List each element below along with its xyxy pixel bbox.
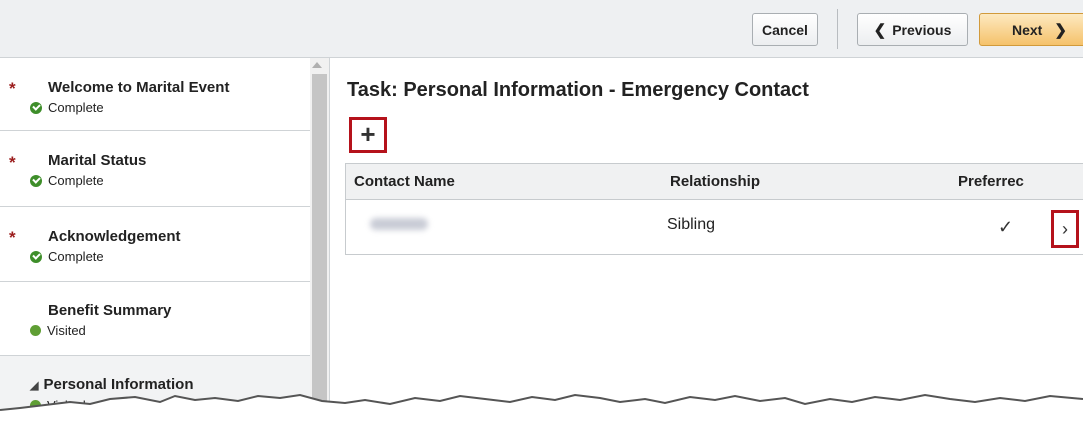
check-circle-icon bbox=[30, 250, 42, 263]
next-button[interactable]: Next ❯ bbox=[979, 13, 1083, 46]
plus-icon: + bbox=[360, 119, 376, 149]
previous-button[interactable]: ❮ Previous bbox=[857, 13, 968, 46]
previous-label: Previous bbox=[892, 21, 952, 38]
sidebar-item-acknowledgement[interactable]: * Acknowledgement Complete bbox=[0, 207, 310, 282]
expand-triangle-icon[interactable]: ◢ bbox=[30, 380, 38, 392]
toolbar: Cancel ❮ Previous Next ❯ bbox=[0, 0, 1083, 58]
toolbar-divider bbox=[837, 9, 838, 49]
scroll-up-icon[interactable] bbox=[312, 62, 322, 68]
step-status-text: Complete bbox=[48, 100, 104, 115]
scrollbar-thumb[interactable] bbox=[312, 74, 327, 428]
step-status: Visited bbox=[30, 398, 86, 413]
check-circle-icon bbox=[30, 101, 42, 114]
step-status: Complete bbox=[30, 249, 104, 264]
sidebar-item-benefit-summary[interactable]: Benefit Summary Visited bbox=[0, 282, 310, 356]
row-detail-button[interactable]: › bbox=[1051, 210, 1079, 248]
grid-header: Contact Name Relationship Preferrec bbox=[346, 164, 1083, 200]
required-asterisk: * bbox=[9, 79, 16, 98]
step-status-text: Visited bbox=[47, 398, 86, 413]
step-title: Welcome to Marital Event bbox=[48, 79, 230, 96]
emergency-contact-grid: Contact Name Relationship Preferrec Sibl… bbox=[345, 163, 1083, 255]
step-title: Marital Status bbox=[48, 152, 147, 169]
step-status-text: Complete bbox=[48, 249, 104, 264]
step-title-text: Personal Information bbox=[43, 376, 194, 393]
step-status: Complete bbox=[30, 100, 104, 115]
cancel-button[interactable]: Cancel bbox=[752, 13, 818, 46]
check-circle-icon bbox=[30, 174, 42, 187]
sidebar-item-personal-information[interactable]: ◢ Personal Information Visited bbox=[0, 356, 310, 428]
required-asterisk: * bbox=[9, 153, 16, 172]
sidebar-item-marital-status[interactable]: * Marital Status Complete bbox=[0, 131, 310, 207]
relationship-cell: Sibling bbox=[667, 216, 716, 233]
chevron-right-icon: ❯ bbox=[1054, 21, 1067, 39]
column-header-relationship[interactable]: Relationship bbox=[670, 173, 760, 190]
step-status: Visited bbox=[30, 323, 86, 338]
page-title: Task: Personal Information - Emergency C… bbox=[347, 79, 809, 101]
cancel-label: Cancel bbox=[762, 21, 808, 38]
sidebar-item-welcome[interactable]: * Welcome to Marital Event Complete bbox=[0, 58, 310, 131]
table-row[interactable]: Sibling ✓ › bbox=[346, 200, 1083, 254]
step-title: Acknowledgement bbox=[48, 228, 181, 245]
step-title: Benefit Summary bbox=[48, 302, 172, 319]
step-title: ◢ Personal Information bbox=[30, 376, 194, 393]
step-status-text: Complete bbox=[48, 173, 104, 188]
preferred-check-icon: ✓ bbox=[998, 217, 1014, 237]
step-status-text: Visited bbox=[47, 323, 86, 338]
step-status: Complete bbox=[30, 173, 104, 188]
contact-name-redacted bbox=[370, 218, 428, 230]
green-dot-icon bbox=[30, 400, 41, 411]
next-label: Next bbox=[1012, 21, 1043, 38]
required-asterisk: * bbox=[9, 228, 16, 247]
chevron-left-icon: ❮ bbox=[873, 21, 887, 39]
green-dot-icon bbox=[30, 325, 41, 336]
sidebar: * Welcome to Marital Event Complete * Ma… bbox=[0, 58, 330, 428]
main-content: Task: Personal Information - Emergency C… bbox=[331, 58, 1083, 428]
chevron-right-icon: › bbox=[1062, 218, 1068, 239]
column-header-preferred[interactable]: Preferrec bbox=[958, 173, 1024, 190]
column-header-contact-name[interactable]: Contact Name bbox=[354, 173, 455, 190]
add-contact-button[interactable]: + bbox=[349, 117, 387, 153]
